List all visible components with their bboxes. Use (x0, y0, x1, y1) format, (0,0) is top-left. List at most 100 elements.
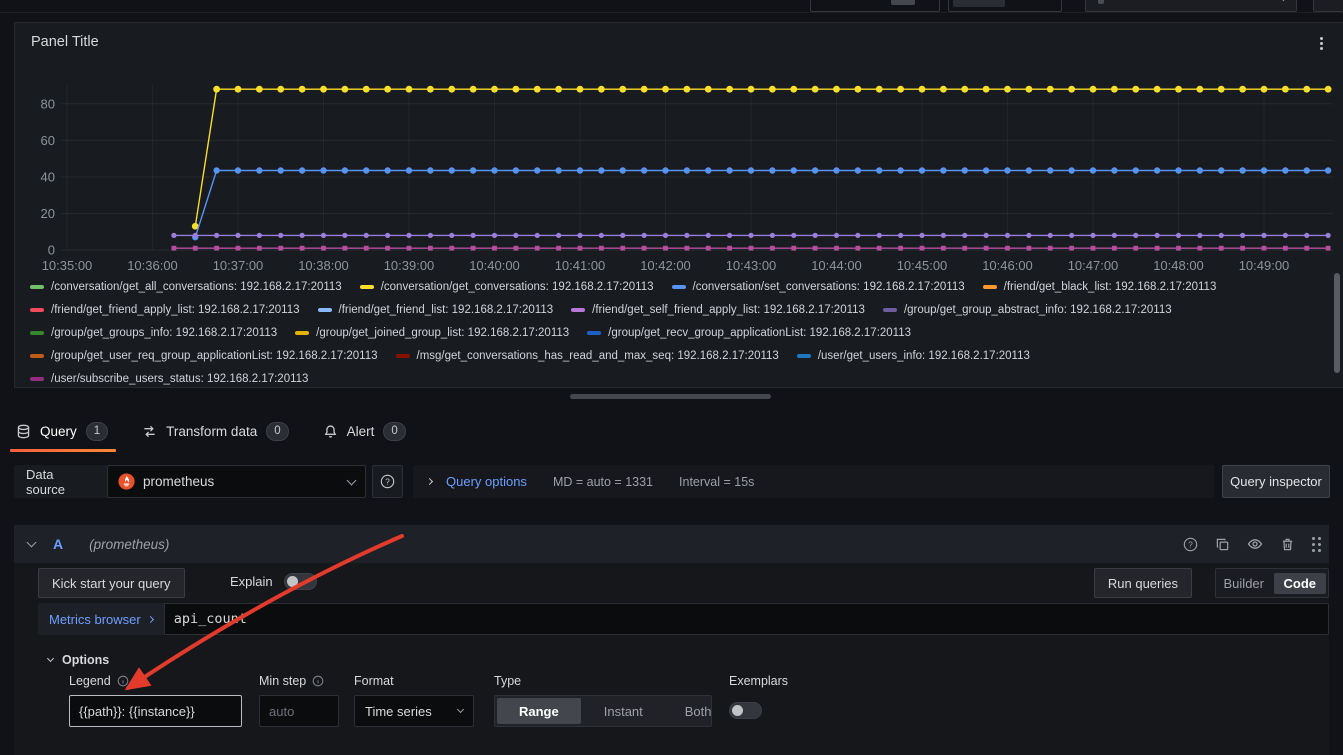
top-control-4[interactable] (1313, 0, 1343, 12)
legend-input[interactable] (69, 695, 242, 727)
tab-transform-data[interactable]: Transform data 0 (142, 410, 288, 452)
series-label: /group/get_user_req_group_applicationLis… (51, 350, 378, 362)
legend-item[interactable]: /friend/get_friend_apply_list: 192.168.2… (30, 304, 300, 316)
legend-item[interactable]: /group/get_joined_group_list: 192.168.2.… (295, 327, 569, 339)
legend-item[interactable]: /group/get_user_req_group_applicationLis… (30, 350, 378, 362)
info-icon[interactable] (117, 675, 129, 687)
legend-item[interactable]: /conversation/get_conversations: 192.168… (360, 281, 654, 293)
chevron-right-icon (147, 615, 154, 622)
max-data-points-text: MD = auto = 1331 (553, 475, 653, 489)
format-select[interactable]: Time series (354, 695, 474, 727)
series-label: /user/subscribe_users_status: 192.168.2.… (51, 373, 308, 385)
query-editor-card: A (prometheus) ? (14, 525, 1329, 755)
query-toolbar-row: Kick start your query Explain Run querie… (38, 568, 1329, 598)
format-field-label: Format (354, 674, 394, 688)
exemplars-toggle[interactable] (729, 702, 762, 719)
type-instant-option[interactable]: Instant (583, 696, 664, 726)
collapse-chevron-icon[interactable] (27, 538, 37, 548)
x-axis-tick-label: 10:47:00 (1068, 258, 1119, 273)
series-label: /group/get_groups_info: 192.168.2.17:201… (51, 327, 277, 339)
series-label: /conversation/get_conversations: 192.168… (381, 281, 654, 293)
kickstart-query-button[interactable]: Kick start your query (38, 568, 185, 598)
x-axis-tick-label: 10:45:00 (897, 258, 948, 273)
type-range-option[interactable]: Range (497, 698, 581, 724)
query-inspector-button[interactable]: Query inspector (1222, 465, 1330, 498)
series-label: /group/get_recv_group_applicationList: 1… (608, 327, 911, 339)
series-label: /conversation/set_conversations: 192.168… (693, 281, 965, 293)
query-editor-body: Kick start your query Explain Run querie… (14, 563, 1329, 755)
query-options-toggle[interactable]: Query options MD = auto = 1331 Interval … (413, 465, 1214, 498)
legend-item[interactable]: /group/get_group_abstract_info: 192.168.… (883, 304, 1172, 316)
tab-alert-label: Alert (347, 424, 375, 439)
chevron-right-icon (426, 478, 433, 485)
promql-expression-input[interactable]: api_count (164, 603, 1329, 635)
series-line[interactable] (195, 89, 1328, 226)
query-ref-id[interactable]: A (53, 536, 63, 552)
chevron-down-icon (347, 475, 357, 485)
x-axis-tick-label: 10:37:00 (213, 258, 264, 273)
series-color-swatch (571, 308, 585, 312)
type-both-option[interactable]: Both (664, 696, 733, 726)
legend-item[interactable]: /user/get_users_info: 192.168.2.17:20113 (797, 350, 1030, 362)
query-count-badge: 1 (86, 422, 108, 441)
legend-item[interactable]: /conversation/set_conversations: 192.168… (672, 281, 965, 293)
x-axis-tick-label: 10:41:00 (555, 258, 606, 273)
legend-item[interactable]: /friend/get_friend_list: 192.168.2.17:20… (318, 304, 554, 316)
tab-query[interactable]: Query 1 (16, 410, 108, 452)
editor-resize-handle[interactable] (570, 394, 771, 399)
builder-mode-option[interactable]: Builder (1216, 576, 1272, 591)
query-datasource-hint: (prometheus) (89, 537, 169, 552)
metrics-browser-button[interactable]: Metrics browser (38, 603, 164, 635)
bell-icon (323, 424, 338, 439)
top-control-3[interactable] (1085, 0, 1297, 12)
info-icon[interactable] (312, 675, 324, 687)
chevron-down-icon (457, 706, 464, 713)
y-axis-tick-label: 0 (48, 243, 55, 258)
legend-item[interactable]: /friend/get_black_list: 192.168.2.17:201… (983, 281, 1217, 293)
datasource-picker[interactable]: prometheus (107, 465, 366, 498)
x-axis-tick-label: 10:46:00 (982, 258, 1033, 273)
legend-item[interactable]: /conversation/get_all_conversations: 192… (30, 281, 342, 293)
chevron-down-icon (47, 655, 54, 662)
x-axis-tick-label: 10:44:00 (811, 258, 862, 273)
options-section-toggle[interactable]: Options (48, 653, 109, 667)
chevron-down-icon (1280, 0, 1287, 1)
series-color-swatch (295, 331, 309, 335)
run-queries-button[interactable]: Run queries (1094, 568, 1192, 598)
top-control-1[interactable] (810, 0, 940, 12)
series-label: /group/get_group_abstract_info: 192.168.… (904, 304, 1172, 316)
x-axis-tick-label: 10:43:00 (726, 258, 777, 273)
legend-item[interactable]: /group/get_recv_group_applicationList: 1… (587, 327, 911, 339)
series-color-swatch (360, 285, 374, 289)
legend-item[interactable]: /user/subscribe_users_status: 192.168.2.… (30, 373, 308, 385)
series-color-swatch (396, 354, 410, 358)
series-color-swatch (318, 308, 332, 312)
tab-alert[interactable]: Alert 0 (323, 410, 406, 452)
panel-scrollbar[interactable] (1334, 273, 1340, 373)
drag-handle-icon[interactable] (1312, 537, 1315, 552)
explain-toggle[interactable] (284, 573, 317, 590)
legend-item[interactable]: /msg/get_conversations_has_read_and_max_… (396, 350, 779, 362)
datasource-help-button[interactable]: ? (372, 465, 403, 498)
exemplars-field-label: Exemplars (729, 674, 788, 688)
series-color-swatch (30, 354, 44, 358)
top-control-2[interactable] (948, 0, 1062, 12)
query-row-header[interactable]: A (prometheus) ? (14, 525, 1329, 563)
series-label: /user/get_users_info: 192.168.2.17:20113 (818, 350, 1030, 362)
x-axis-tick-label: 10:35:00 (42, 258, 93, 273)
series-color-swatch (30, 377, 44, 381)
legend-item[interactable]: /group/get_groups_info: 192.168.2.17:201… (30, 327, 277, 339)
top-control-2-thumb (953, 0, 1005, 7)
delete-query-icon[interactable] (1280, 537, 1295, 552)
series-line[interactable] (195, 171, 1328, 238)
series-label: /friend/get_friend_apply_list: 192.168.2… (51, 304, 300, 316)
datasource-value: prometheus (143, 474, 214, 489)
min-step-input[interactable] (259, 695, 339, 727)
code-mode-option[interactable]: Code (1274, 573, 1327, 594)
help-icon[interactable]: ? (1183, 537, 1198, 552)
duplicate-query-icon[interactable] (1215, 537, 1230, 552)
editor-mode-group: Builder Code (1215, 568, 1329, 598)
hide-query-icon[interactable] (1247, 536, 1263, 552)
tab-query-label: Query (40, 424, 77, 439)
legend-item[interactable]: /friend/get_self_friend_apply_list: 192.… (571, 304, 865, 316)
